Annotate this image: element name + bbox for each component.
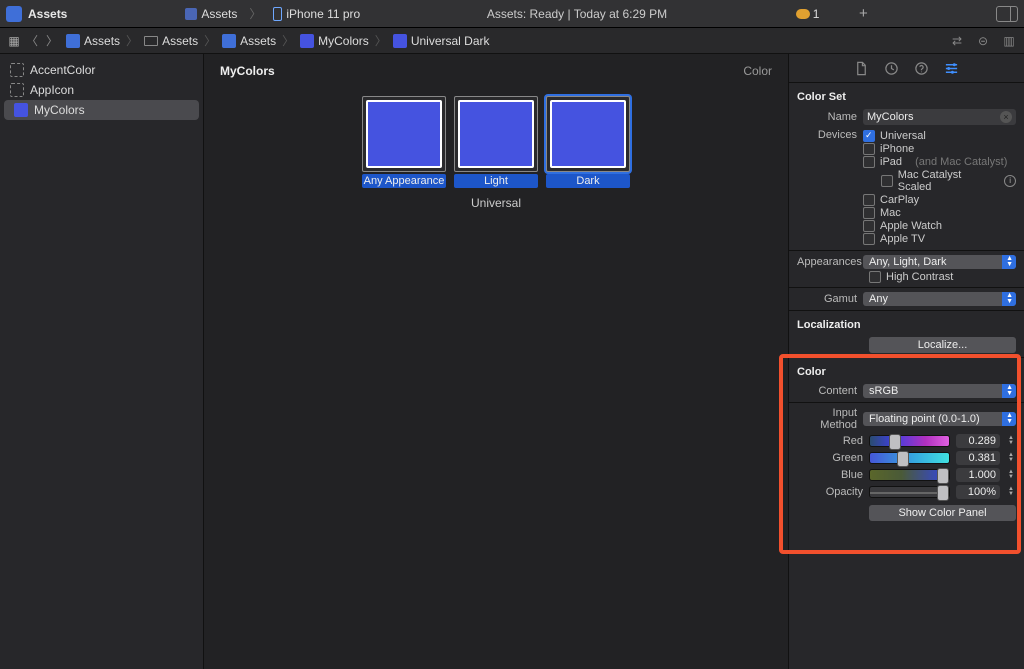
color-icon	[14, 103, 28, 117]
crumb-assets[interactable]: Assets	[218, 34, 280, 48]
breadcrumb-bar: ▦ 〈 〉 Assets 〉 Assets 〉 Assets 〉 MyColor…	[0, 28, 1024, 54]
info-icon[interactable]: i	[1004, 175, 1016, 187]
annotation-highlight-box	[779, 354, 1021, 554]
swatch-light[interactable]: Light	[454, 96, 538, 188]
asset-sidebar: AccentColor AppIcon MyColors	[0, 54, 204, 669]
adjust-icon[interactable]: ▥	[1000, 34, 1018, 48]
colorset-icon	[300, 34, 314, 48]
asset-type-label: Color	[743, 64, 772, 78]
sidebar-item-label: AppIcon	[30, 83, 74, 97]
folder-icon	[144, 36, 158, 46]
related-items-icon[interactable]: ▦	[6, 33, 22, 49]
devices-list: Universal iPhone iPad (and Mac Catalyst)…	[863, 129, 1016, 246]
asset-title: MyColors	[220, 64, 275, 78]
sidebar-item-accentcolor[interactable]: AccentColor	[0, 60, 203, 80]
devices-label: Devices	[797, 129, 863, 141]
device-mac[interactable]: Mac	[863, 207, 1016, 219]
scheme-name: Assets	[201, 7, 237, 21]
crumb-colorset[interactable]: MyColors	[296, 34, 373, 48]
crumb-label: Assets	[240, 34, 276, 48]
appearances-popup[interactable]: Any, Light, Dark ▲▼	[863, 255, 1016, 269]
attributes-inspector-tab[interactable]	[944, 60, 960, 76]
window-title: Assets	[28, 7, 67, 21]
gamut-popup[interactable]: Any ▲▼	[863, 292, 1016, 306]
review-icon[interactable]: ⊝	[974, 34, 992, 48]
asset-editor: MyColors Color Any Appearance Light Dark…	[204, 54, 788, 669]
nav-forward[interactable]: 〉	[42, 32, 62, 49]
crumb-label: MyColors	[318, 34, 369, 48]
project-icon	[66, 34, 80, 48]
nav-back[interactable]: 〈	[22, 32, 42, 49]
swatch-label: Any Appearance	[362, 174, 446, 188]
sidebar-item-mycolors[interactable]: MyColors	[4, 100, 199, 120]
device-universal[interactable]: Universal	[863, 130, 1016, 142]
history-inspector-tab[interactable]	[884, 60, 900, 76]
help-inspector-tab[interactable]	[914, 60, 930, 76]
file-inspector-tab[interactable]	[854, 60, 870, 76]
sidebar-item-appicon[interactable]: AppIcon	[0, 80, 203, 100]
device-applewatch[interactable]: Apple Watch	[863, 220, 1016, 232]
localize-button[interactable]: Localize...	[869, 337, 1016, 353]
clear-icon[interactable]: ×	[1000, 111, 1012, 123]
crumb-group[interactable]: Assets	[140, 34, 202, 48]
cloud-status[interactable]: 1	[796, 7, 820, 21]
name-label: Name	[797, 111, 863, 123]
crumb-label: Assets	[84, 34, 120, 48]
appearances-label: Appearances	[797, 256, 863, 268]
crumb-label: Assets	[162, 34, 198, 48]
device-icon	[273, 7, 282, 21]
sidebar-item-label: AccentColor	[30, 63, 95, 77]
colorvariant-icon	[393, 34, 407, 48]
crumb-variant[interactable]: Universal Dark	[389, 34, 494, 48]
gamut-label: Gamut	[797, 293, 863, 305]
device-name: iPhone 11 pro	[286, 7, 360, 21]
sidebar-item-label: MyColors	[34, 103, 85, 117]
titlebar: Assets Assets 〉 iPhone 11 pro Assets: Re…	[0, 0, 1024, 28]
crumb-label: Universal Dark	[411, 34, 490, 48]
scheme-separator: 〉	[245, 5, 265, 22]
high-contrast-check[interactable]: High Contrast	[797, 271, 1016, 283]
inspector-tabs	[789, 54, 1024, 83]
device-iphone[interactable]: iPhone	[863, 143, 1016, 155]
build-status: Assets: Ready | Today at 6:29 PM	[487, 7, 667, 21]
app-icon	[6, 6, 22, 22]
name-field[interactable]	[863, 109, 1016, 125]
crumb-project[interactable]: Assets	[62, 34, 124, 48]
swatch-group-label: Universal	[204, 196, 788, 210]
device-appletv[interactable]: Apple TV	[863, 233, 1016, 245]
empty-appicon-icon	[10, 83, 24, 97]
empty-color-icon	[10, 63, 24, 77]
swatch-row: Any Appearance Light Dark	[204, 96, 788, 188]
cloud-icon	[796, 9, 810, 19]
localization-heading: Localization	[797, 315, 1016, 335]
swatch-label: Light	[454, 174, 538, 188]
library-toggle[interactable]	[996, 6, 1018, 22]
device-ipad[interactable]: iPad (and Mac Catalyst)	[863, 156, 1016, 168]
device-mac-catalyst-scaled[interactable]: Mac Catalyst Scaledi	[863, 169, 1016, 193]
swatch-dark[interactable]: Dark	[546, 96, 630, 188]
device-carplay[interactable]: CarPlay	[863, 194, 1016, 206]
assets-icon	[222, 34, 236, 48]
colorset-heading: Color Set	[797, 87, 1016, 107]
refresh-icon[interactable]: ⇄	[948, 34, 966, 48]
scheme-icon	[185, 8, 197, 20]
scheme-selector[interactable]: Assets 〉 iPhone 11 pro	[177, 5, 368, 22]
add-button[interactable]: +	[849, 5, 877, 22]
cloud-count: 1	[813, 7, 820, 21]
swatch-any[interactable]: Any Appearance	[362, 96, 446, 188]
swatch-label: Dark	[546, 174, 630, 188]
